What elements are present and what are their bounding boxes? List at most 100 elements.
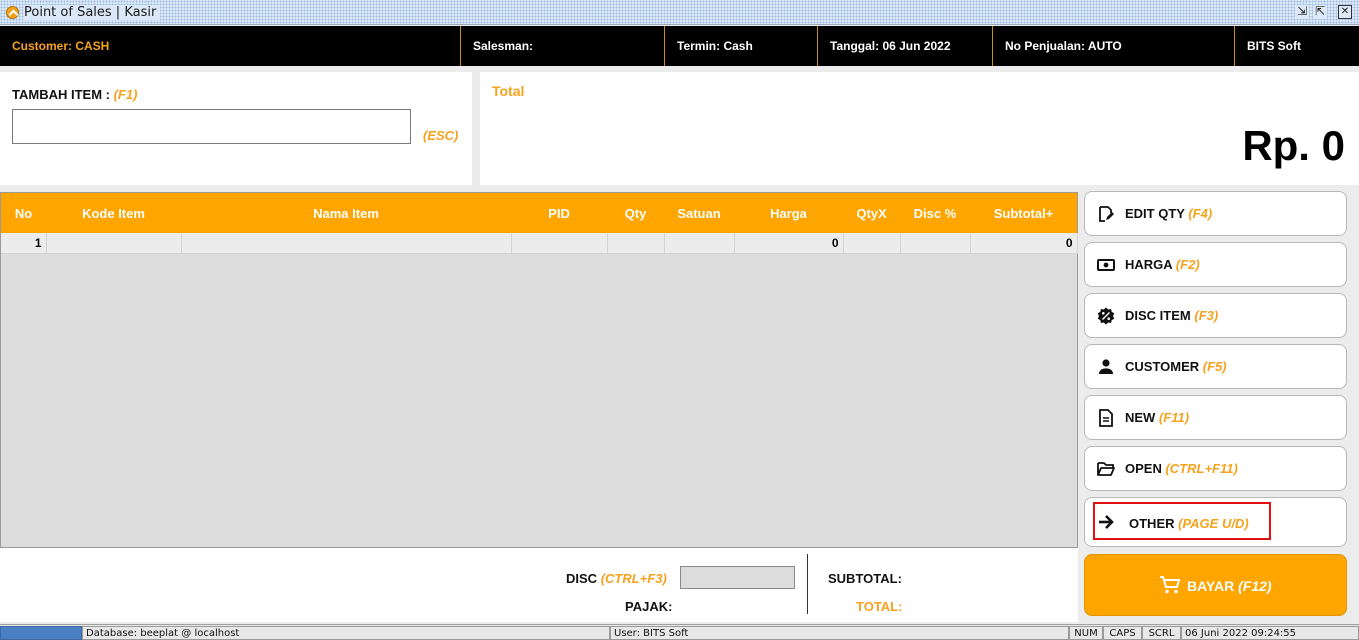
col-header-qtyx[interactable]: QtyX <box>843 193 900 233</box>
cell-subtotal[interactable]: 0 <box>970 233 1078 254</box>
add-item-shortcut: (F1) <box>113 87 138 102</box>
salesman-info: Salesman: <box>461 26 665 66</box>
customer-label: CUSTOMER (F5) <box>1125 359 1227 374</box>
col-header-nama-item[interactable]: Nama Item <box>181 193 511 233</box>
other-shortcut: (PAGE U/D) <box>1178 516 1249 531</box>
person-icon <box>1099 359 1113 374</box>
status-caps: CAPS <box>1103 626 1142 640</box>
esc-shortcut-label: (ESC) <box>423 128 459 143</box>
restore-icon[interactable]: ⇱ <box>1313 5 1327 19</box>
transaction-info-bar: Customer: CASH Salesman: Termin: Cash Ta… <box>0 26 1359 66</box>
items-table[interactable]: No Kode Item Nama Item PID Qty Satuan Ha… <box>0 192 1078 548</box>
subtotal-label: SUBTOTAL: <box>828 571 902 586</box>
no-penjualan-info: No Penjualan: AUTO <box>993 26 1235 66</box>
status-scrl: SCRL <box>1142 626 1181 640</box>
open-button[interactable]: OPEN (CTRL+F11) <box>1084 446 1347 491</box>
total-label: Total <box>492 83 525 99</box>
pos-window: Point of Sales | Kasir ⇲ ⇱ ✕ Customer: C… <box>0 0 1359 640</box>
folder-open-icon <box>1097 462 1115 476</box>
total-panel <box>480 72 1359 185</box>
new-text: NEW <box>1125 410 1156 425</box>
edit-qty-label: EDIT QTY (F4) <box>1125 206 1212 221</box>
table-header-row: No Kode Item Nama Item PID Qty Satuan Ha… <box>1 193 1077 233</box>
edit-qty-button[interactable]: EDIT QTY (F4) <box>1084 191 1347 236</box>
status-bar: Database: beeplat @ localhost User: BITS… <box>0 624 1359 640</box>
add-item-label: TAMBAH ITEM : (F1) <box>12 87 137 102</box>
col-header-no[interactable]: No <box>1 193 46 233</box>
termin-info: Termin: Cash <box>665 26 818 66</box>
grand-total-label: TOTAL: <box>856 599 903 614</box>
col-header-pid[interactable]: PID <box>511 193 607 233</box>
disc-item-label: DISC ITEM (F3) <box>1125 308 1218 323</box>
document-icon <box>1099 409 1113 427</box>
cart-icon <box>1160 576 1181 594</box>
col-header-satuan[interactable]: Satuan <box>664 193 734 233</box>
status-num: NUM <box>1069 626 1103 640</box>
cell-qtyx[interactable] <box>843 233 901 254</box>
col-header-harga[interactable]: Harga <box>734 193 843 233</box>
harga-button[interactable]: HARGA (F2) <box>1084 242 1347 287</box>
tanggal-info: Tanggal: 06 Jun 2022 <box>818 26 993 66</box>
col-header-qty[interactable]: Qty <box>607 193 664 233</box>
disc-item-text: DISC ITEM <box>1125 308 1191 323</box>
open-shortcut: (CTRL+F11) <box>1165 461 1238 476</box>
summary-panel <box>0 548 1078 622</box>
disc-label: DISC (CTRL+F3) <box>566 571 667 586</box>
other-label: OTHER (PAGE U/D) <box>1129 516 1249 531</box>
col-header-subtotal[interactable]: Subtotal+ <box>970 193 1077 233</box>
arrow-right-icon <box>1099 515 1114 529</box>
harga-shortcut: (F2) <box>1175 257 1200 272</box>
app-logo-icon <box>6 6 19 19</box>
status-progress <box>0 626 82 640</box>
cell-no[interactable]: 1 <box>1 233 47 254</box>
open-text: OPEN <box>1125 461 1162 476</box>
bayar-button[interactable]: BAYAR (F12) <box>1084 554 1347 616</box>
summary-divider <box>807 554 808 614</box>
harga-label: HARGA (F2) <box>1125 257 1200 272</box>
cell-pid[interactable] <box>511 233 608 254</box>
cell-harga[interactable]: 0 <box>734 233 844 254</box>
other-text: OTHER <box>1129 516 1175 531</box>
disc-item-shortcut: (F3) <box>1194 308 1219 323</box>
window-title: Point of Sales | Kasir <box>24 5 161 20</box>
table-row[interactable]: 1 0 0 <box>1 233 1078 254</box>
disc-shortcut: (CTRL+F3) <box>600 571 667 586</box>
new-label: NEW (F11) <box>1125 410 1189 425</box>
status-database: Database: beeplat @ localhost <box>82 626 610 640</box>
customer-info: Customer: CASH <box>0 26 461 66</box>
new-shortcut: (F11) <box>1158 410 1190 425</box>
add-item-label-text: TAMBAH ITEM : <box>12 87 114 102</box>
cell-nama-item[interactable] <box>181 233 512 254</box>
bayar-text: BAYAR <box>1187 578 1235 594</box>
customer-text: CUSTOMER <box>1125 359 1200 374</box>
status-datetime: 06 Juni 2022 09:24:55 <box>1181 626 1359 640</box>
cell-qty[interactable] <box>607 233 665 254</box>
add-item-input[interactable] <box>12 109 411 144</box>
bayar-label: BAYAR (F12) <box>1187 578 1272 594</box>
discount-badge-icon <box>1097 307 1115 325</box>
disc-input[interactable] <box>680 566 795 589</box>
disc-item-button[interactable]: DISC ITEM (F3) <box>1084 293 1347 338</box>
cell-satuan[interactable] <box>664 233 735 254</box>
status-user: User: BITS Soft <box>610 626 1069 640</box>
harga-text: HARGA <box>1125 257 1173 272</box>
bayar-shortcut: (F12) <box>1238 578 1272 594</box>
other-button[interactable]: OTHER (PAGE U/D) <box>1084 497 1347 547</box>
title-bar: Point of Sales | Kasir ⇲ ⇱ ✕ <box>0 0 1359 25</box>
company-info: BITS Soft <box>1247 39 1301 53</box>
col-header-kode-item[interactable]: Kode Item <box>46 193 181 233</box>
money-icon <box>1097 259 1115 271</box>
total-amount: Rp. 0 <box>1242 122 1345 169</box>
customer-button[interactable]: CUSTOMER (F5) <box>1084 344 1347 389</box>
close-icon[interactable]: ✕ <box>1338 5 1352 19</box>
edit-qty-text: EDIT QTY <box>1125 206 1185 221</box>
cell-kode-item[interactable] <box>46 233 182 254</box>
pajak-label: PAJAK: <box>625 599 673 614</box>
new-button[interactable]: NEW (F11) <box>1084 395 1347 440</box>
edit-qty-shortcut: (F4) <box>1188 206 1213 221</box>
col-header-disc[interactable]: Disc % <box>900 193 970 233</box>
minimize-icon[interactable]: ⇲ <box>1295 5 1309 19</box>
disc-label-text: DISC <box>566 571 598 586</box>
open-label: OPEN (CTRL+F11) <box>1125 461 1238 476</box>
cell-disc[interactable] <box>900 233 971 254</box>
